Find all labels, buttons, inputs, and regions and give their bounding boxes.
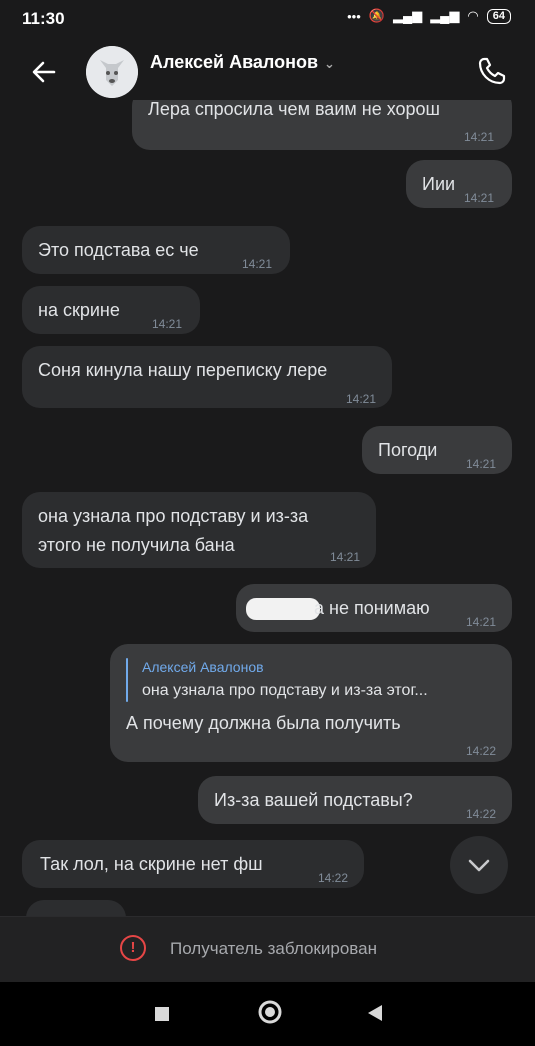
status-bar: 11:30 ••• 🔕 ▂▄▆ ▂▄▆ ◠ 64 — [0, 0, 535, 36]
message-outgoing[interactable]: Из-за вашей подставы? 14:22 — [198, 776, 512, 824]
message-incoming[interactable]: она узнала про подставу и из-за этого не… — [22, 492, 376, 568]
message-time: 14:21 — [463, 130, 494, 144]
avatar[interactable] — [86, 46, 138, 98]
contact-name-label: Алексей Авалонов — [150, 52, 319, 72]
blocked-banner: ! Получатель заблокирован — [0, 916, 535, 983]
message-outgoing[interactable]: Иии 14:21 — [406, 160, 512, 208]
message-text: а не понимаю — [314, 598, 430, 618]
back-arrow-icon — [32, 61, 56, 83]
battery-icon: 64 — [486, 8, 511, 24]
status-time: 11:30 — [22, 9, 65, 28]
message-time: 14:22 — [465, 744, 496, 758]
message-outgoing[interactable]: Погоди 14:21 — [362, 426, 512, 474]
system-nav-bar — [0, 982, 535, 1046]
message-text: Из-за вашей подставы? — [214, 790, 413, 810]
message-text-line-2: этого не получила бана — [38, 535, 235, 555]
redacted-scribble — [246, 598, 320, 620]
nav-back-button[interactable] — [366, 1004, 384, 1027]
signal-icon-2: ▂▄▆ — [430, 8, 460, 23]
message-time: 14:21 — [345, 392, 376, 406]
blocked-text: Получатель заблокирован — [170, 939, 377, 958]
phone-icon — [478, 57, 506, 85]
recents-button[interactable] — [154, 1006, 170, 1027]
square-icon — [155, 1007, 169, 1021]
message-text-line-1: она узнала про подставу и из-за — [38, 506, 309, 526]
back-button[interactable] — [28, 56, 60, 88]
message-text: Соня кинула нашу переписку лере — [38, 360, 328, 380]
message-time: 14:21 — [465, 457, 496, 471]
more-dots-icon: ••• — [347, 8, 361, 24]
message-list[interactable]: Лера спросила чем ваим не хорош 14:21 Ии… — [0, 100, 535, 920]
scroll-down-button[interactable] — [450, 836, 508, 894]
message-text: Погоди — [378, 440, 438, 460]
message-incoming[interactable]: на скрине 14:21 — [22, 286, 200, 334]
circle-icon — [258, 1000, 282, 1024]
message-outgoing[interactable]: а не понимаю 14:21 — [236, 584, 512, 632]
message-text: на скрине — [38, 300, 120, 320]
reply-author[interactable]: Алексей Авалонов — [142, 654, 264, 680]
status-icons: ••• 🔕 ▂▄▆ ▂▄▆ ◠ 64 — [347, 8, 511, 24]
message-time: 14:21 — [463, 191, 494, 205]
home-button[interactable] — [257, 999, 283, 1030]
message-time: 14:22 — [317, 871, 348, 885]
message-text: Иии — [422, 174, 456, 194]
call-button[interactable] — [475, 54, 509, 88]
chevron-down-icon: ⌄ — [324, 56, 335, 71]
dog-avatar-icon — [86, 46, 138, 98]
signal-icon: ▂▄▆ — [392, 8, 423, 23]
contact-name[interactable]: Алексей Авалонов ⌄ — [150, 52, 335, 73]
mute-icon: 🔕 — [368, 8, 385, 23]
triangle-back-icon — [368, 1005, 382, 1021]
message-time: 14:21 — [329, 550, 360, 564]
message-time: 14:22 — [465, 807, 496, 821]
message-time: 14:21 — [241, 257, 272, 271]
wifi-icon: ◠ — [467, 8, 479, 23]
message-incoming[interactable]: Это подстава ес че 14:21 — [22, 226, 290, 274]
message-incoming[interactable]: Соня кинула нашу переписку лере 14:21 — [22, 346, 392, 408]
message-text: Так лол, на скрине нет фш — [40, 854, 263, 874]
message-time: 14:21 — [465, 615, 496, 629]
reply-bar — [126, 658, 128, 702]
message-text: Это подстава ес че — [38, 240, 199, 260]
message-outgoing[interactable]: Лера спросила чем ваим не хорош 14:21 — [132, 100, 512, 150]
message-reply[interactable]: Алексей Авалонов она узнала про подставу… — [110, 644, 512, 762]
chevron-down-icon — [468, 859, 490, 872]
message-time: 14:21 — [151, 317, 182, 331]
alert-icon: ! — [120, 935, 146, 961]
message-incoming[interactable]: Так лол, на скрине нет фш 14:22 — [22, 840, 364, 888]
reply-text: она узнала про подставу и из-за этог... — [142, 682, 428, 699]
message-text: Лера спросила чем ваим не хорош — [148, 100, 440, 119]
message-text: А почему должна была получить — [126, 713, 401, 733]
